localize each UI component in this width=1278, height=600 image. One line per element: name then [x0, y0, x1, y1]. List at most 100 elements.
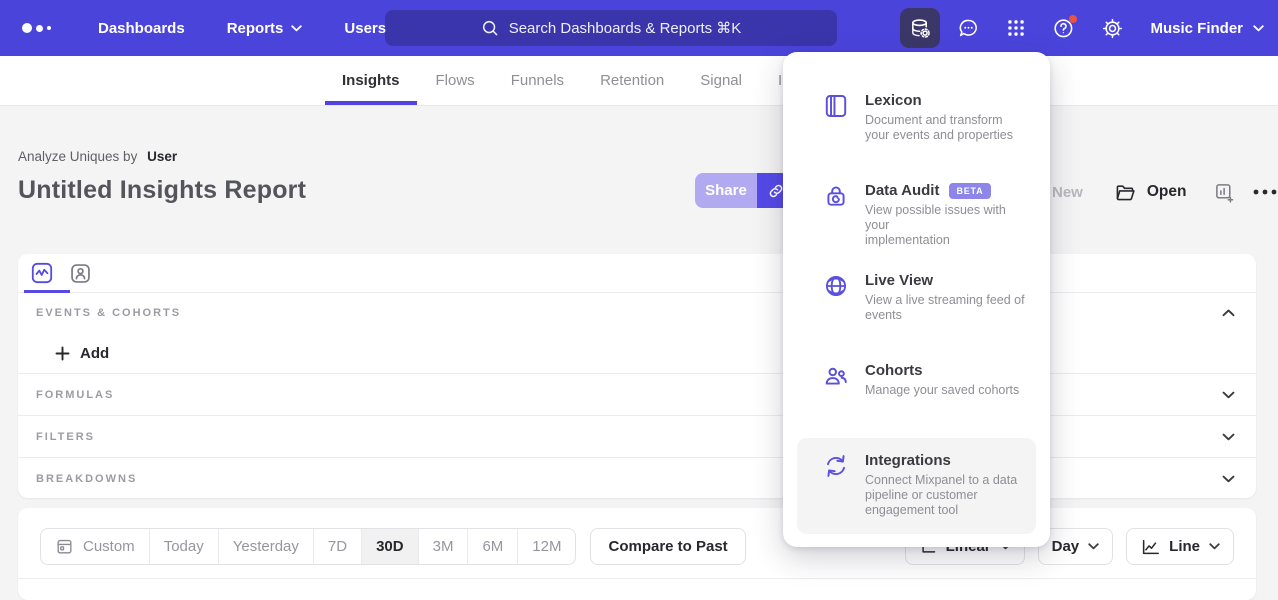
section-label: FORMULAS [36, 389, 114, 401]
cohorts-icon [823, 362, 849, 438]
section-label: EVENTS & COHORTS [36, 307, 181, 319]
data-management-icon [909, 17, 932, 40]
open-report-button[interactable]: Open [1115, 183, 1187, 202]
range-6m[interactable]: 6M [468, 529, 518, 564]
query-builder-card: EVENTS & COHORTS Add FORMULAS FILTERS BR… [18, 254, 1256, 498]
tab-insights[interactable]: Insights [342, 56, 400, 105]
settings-gear-icon [1101, 17, 1124, 40]
pulse-chart-icon [30, 261, 54, 285]
chevron-up-icon [1222, 309, 1235, 317]
tab-signal[interactable]: Signal [700, 56, 742, 105]
menu-item-title: Cohorts [865, 362, 923, 379]
breakdowns-header[interactable]: BREAKDOWNS [18, 458, 1256, 499]
menu-item-description: Manage your saved cohorts [865, 383, 1026, 398]
folder-open-icon [1115, 183, 1136, 202]
menu-item-data-audit[interactable]: Data Audit BETA View possible issues wit… [797, 168, 1036, 258]
chart-type-dropdown[interactable]: Line [1126, 528, 1234, 565]
report-header: Analyze Uniques by User Untitled Insight… [18, 149, 306, 205]
tab-flows[interactable]: Flows [436, 56, 475, 105]
menu-item-lexicon[interactable]: Lexicon Document and transform your even… [797, 78, 1036, 168]
new-report-button[interactable]: New [1052, 184, 1083, 201]
menu-item-live-view[interactable]: Live View View a live streaming feed of … [797, 258, 1036, 348]
date-range-control: Custom Today Yesterday 7D 30D 3M 6M 12M [40, 528, 576, 565]
breakdowns-section: BREAKDOWNS [18, 458, 1256, 499]
integrations-icon [823, 452, 849, 534]
search-placeholder: Search Dashboards & Reports ⌘K [509, 19, 742, 37]
subtitle-prefix: Analyze Uniques by [18, 149, 137, 164]
data-management-button[interactable] [900, 8, 940, 48]
section-label: FILTERS [36, 431, 95, 443]
active-tab-underline [24, 290, 70, 293]
report-tabbar: Insights Flows Funnels Retention Signal … [0, 56, 1278, 106]
project-name: Music Finder [1150, 20, 1243, 37]
chart-toolbar-card: Custom Today Yesterday 7D 30D 3M 6M 12M … [18, 508, 1256, 600]
menu-item-title: Lexicon [865, 92, 922, 109]
messages-button[interactable] [948, 8, 988, 48]
project-switcher[interactable]: Music Finder [1150, 20, 1264, 37]
more-dots-icon [1253, 189, 1277, 195]
nav-reports[interactable]: Reports [227, 20, 303, 37]
range-today[interactable]: Today [150, 529, 219, 564]
report-subtitle: Analyze Uniques by User [18, 149, 306, 164]
messages-icon [957, 17, 980, 40]
range-custom[interactable]: Custom [41, 529, 150, 564]
settings-button[interactable] [1092, 8, 1132, 48]
menu-item-description: View a live streaming feed of events [865, 293, 1026, 323]
search-icon [481, 19, 499, 37]
mixpanel-logo[interactable] [22, 23, 62, 33]
profiles-tab[interactable] [68, 261, 92, 285]
chevron-down-icon [1222, 391, 1235, 399]
help-button[interactable] [1044, 8, 1084, 48]
chart-area-divider [18, 578, 1256, 579]
add-to-board-icon [1214, 182, 1235, 203]
subtitle-measure-selector[interactable]: User [147, 149, 177, 164]
report-actions: New Open [1052, 177, 1277, 207]
lexicon-icon [823, 92, 849, 168]
chevron-down-icon [291, 25, 302, 32]
add-to-board-button[interactable] [1214, 182, 1235, 203]
formulas-header[interactable]: FORMULAS [18, 374, 1256, 415]
menu-item-description: Document and transform your events and p… [865, 113, 1026, 143]
line-chart-icon [1140, 537, 1160, 557]
range-7d[interactable]: 7D [314, 529, 362, 564]
top-navbar: Dashboards Reports Users Search Dashboar… [0, 0, 1278, 56]
share-button[interactable]: Share [695, 173, 757, 208]
range-3m[interactable]: 3M [419, 529, 469, 564]
range-12m[interactable]: 12M [518, 529, 575, 564]
chevron-down-icon [1222, 433, 1235, 441]
add-event-button[interactable]: Add [18, 333, 1256, 373]
formulas-section: FORMULAS [18, 374, 1256, 416]
chevron-down-icon [1209, 543, 1220, 550]
apps-grid-icon [1005, 17, 1027, 39]
metrics-tab[interactable] [30, 261, 54, 285]
page-title: Untitled Insights Report [18, 176, 306, 205]
calendar-icon [55, 537, 74, 556]
menu-item-title: Integrations [865, 452, 951, 469]
menu-item-title: Live View [865, 272, 933, 289]
data-audit-icon [823, 182, 849, 258]
range-yesterday[interactable]: Yesterday [219, 529, 314, 564]
menu-item-cohorts[interactable]: Cohorts Manage your saved cohorts [797, 348, 1036, 438]
nav-users[interactable]: Users [344, 20, 386, 37]
apps-grid-button[interactable] [996, 8, 1036, 48]
compare-to-past-button[interactable]: Compare to Past [590, 528, 745, 565]
range-30d[interactable]: 30D [362, 529, 419, 564]
search-input[interactable]: Search Dashboards & Reports ⌘K [385, 10, 837, 46]
chevron-down-icon [1253, 25, 1264, 32]
builder-tabs [18, 254, 1256, 293]
data-management-menu: Lexicon Document and transform your even… [783, 52, 1050, 547]
navbar-right: Music Finder [896, 0, 1264, 56]
events-cohorts-header[interactable]: EVENTS & COHORTS [18, 293, 1256, 333]
filters-header[interactable]: FILTERS [18, 416, 1256, 457]
menu-item-integrations[interactable]: Integrations Connect Mixpanel to a data … [797, 438, 1036, 534]
plus-icon [55, 346, 70, 361]
chart-toolbar: Custom Today Yesterday 7D 30D 3M 6M 12M … [40, 528, 1234, 565]
events-cohorts-section: EVENTS & COHORTS Add [18, 293, 1256, 374]
tab-retention[interactable]: Retention [600, 56, 664, 105]
person-icon [69, 262, 92, 285]
tab-funnels[interactable]: Funnels [511, 56, 564, 105]
nav-dashboards[interactable]: Dashboards [98, 20, 185, 37]
more-options-button[interactable] [1253, 189, 1277, 195]
menu-item-title: Data Audit [865, 182, 939, 199]
live-view-icon [823, 272, 849, 348]
